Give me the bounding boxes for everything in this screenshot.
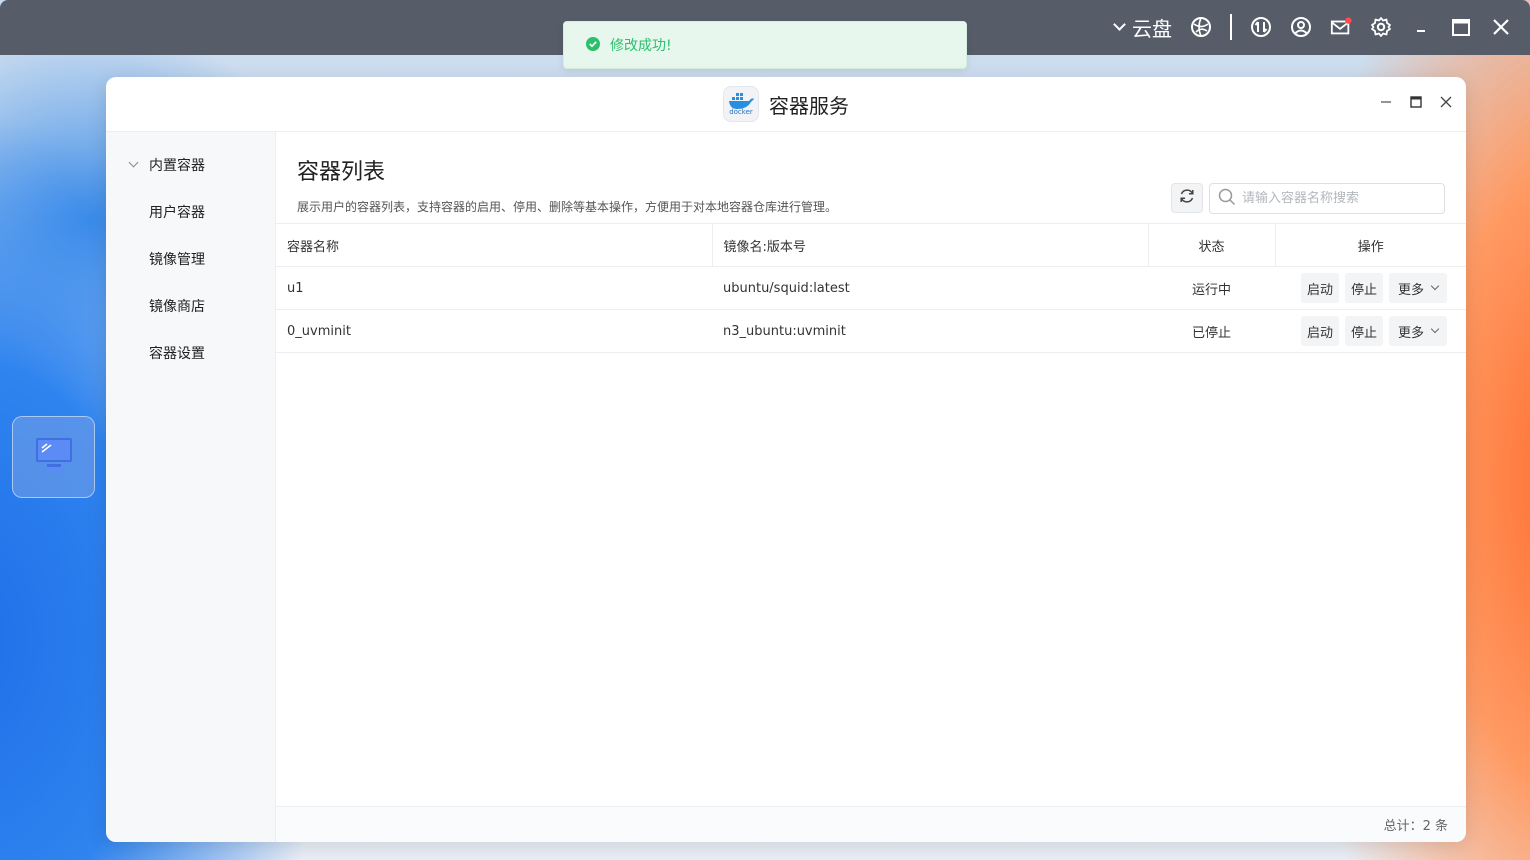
sidebar-item-label: 内置容器 (149, 157, 205, 174)
globe-icon[interactable] (1190, 16, 1212, 38)
cloud-label: 云盘 (1132, 16, 1172, 41)
success-toast: 修改成功! (563, 21, 967, 69)
sidebar-item-label: 镜像商店 (149, 298, 205, 315)
monitor-icon (34, 436, 74, 478)
table-header-row: 容器名称 镜像名:版本号 状态 操作 (276, 223, 1466, 267)
docker-logo-text: docker (729, 108, 753, 116)
sidebar-item-image-store[interactable]: 镜像商店 (106, 282, 275, 329)
window-controls (1378, 94, 1454, 110)
transfer-icon[interactable] (1250, 16, 1272, 38)
search-icon (1218, 188, 1236, 210)
stop-button[interactable]: 停止 (1344, 273, 1383, 303)
image-cell: ubuntu/squid:latest (712, 266, 1148, 310)
row-actions: 启动 停止 更多 (1275, 316, 1466, 346)
row-actions: 启动 停止 更多 (1275, 273, 1466, 303)
user-icon[interactable] (1290, 16, 1312, 38)
mail-icon[interactable] (1330, 16, 1352, 38)
sidebar: 内置容器 用户容器 镜像管理 镜像商店 容器设置 (106, 132, 276, 842)
container-service-window: docker 容器服务 内置容器 用户容器 镜像管理 镜像商店 容器设置 容器列… (106, 77, 1466, 842)
window-titlebar: docker 容器服务 (106, 77, 1466, 132)
sidebar-item-label: 容器设置 (149, 345, 205, 362)
container-name-cell: u1 (276, 266, 712, 310)
start-button[interactable]: 启动 (1300, 316, 1339, 346)
column-header-actions: 操作 (1275, 223, 1466, 267)
tray-divider (1230, 14, 1232, 40)
sidebar-item-label: 镜像管理 (149, 251, 205, 268)
window-maximize-icon[interactable] (1408, 94, 1424, 110)
page-description: 展示用户的容器列表，支持容器的启用、停用、删除等基本操作，方便用于对本地容器仓库… (297, 200, 838, 214)
chevron-down-icon (1430, 281, 1440, 291)
actions-cell: 启动 停止 更多 (1275, 309, 1466, 353)
window-title: 容器服务 (769, 93, 849, 118)
window-minimize-icon[interactable] (1378, 94, 1394, 110)
image-cell: n3_ubuntu:uvminit (712, 309, 1148, 353)
total-count: 总计：2 条 (1383, 819, 1448, 834)
column-header-status[interactable]: 状态 (1148, 223, 1276, 267)
search-input[interactable] (1242, 191, 1432, 206)
main-content: 容器列表 展示用户的容器列表，支持容器的启用、停用、删除等基本操作，方便用于对本… (276, 132, 1466, 842)
status-cell: 运行中 (1148, 266, 1275, 310)
check-circle-icon (586, 36, 600, 55)
container-table: 容器名称 镜像名:版本号 状态 操作 u1 ubuntu/squid:lates… (276, 223, 1466, 353)
sidebar-item-image-management[interactable]: 镜像管理 (106, 235, 275, 282)
system-tray: 云盘 (1113, 10, 1512, 44)
chevron-down-icon (1113, 17, 1126, 31)
refresh-icon (1178, 187, 1196, 209)
more-label: 更多 (1397, 325, 1424, 341)
docker-logo-icon: docker (723, 86, 759, 122)
desktop-shortcut[interactable] (12, 416, 95, 498)
column-header-image[interactable]: 镜像名:版本号 (712, 223, 1149, 267)
container-name-cell: 0_uvminit (276, 309, 712, 353)
stop-button[interactable]: 停止 (1344, 316, 1383, 346)
sidebar-item-container-settings[interactable]: 容器设置 (106, 329, 275, 376)
table-footer: 总计：2 条 (276, 806, 1466, 842)
window-close-icon[interactable] (1438, 94, 1454, 110)
minimize-icon[interactable] (1410, 16, 1432, 38)
sidebar-item-builtin-containers[interactable]: 内置容器 (106, 141, 275, 188)
toast-message: 修改成功! (610, 38, 672, 54)
cloud-drive-menu[interactable]: 云盘 (1113, 13, 1172, 42)
chevron-down-icon (1430, 324, 1440, 334)
more-label: 更多 (1397, 282, 1424, 298)
status-cell: 已停止 (1148, 309, 1275, 353)
start-button[interactable]: 启动 (1300, 273, 1339, 303)
more-dropdown-button[interactable]: 更多 (1388, 316, 1447, 346)
chevron-down-icon (128, 157, 139, 168)
table-row: 0_uvminit n3_ubuntu:uvminit 已停止 启动 停止 更多 (276, 309, 1466, 353)
more-dropdown-button[interactable]: 更多 (1388, 273, 1447, 303)
refresh-button[interactable] (1171, 183, 1203, 213)
table-row: u1 ubuntu/squid:latest 运行中 启动 停止 更多 (276, 266, 1466, 310)
maximize-icon[interactable] (1450, 16, 1472, 38)
close-icon[interactable] (1490, 16, 1512, 38)
page-title: 容器列表 (297, 160, 386, 185)
gear-icon[interactable] (1370, 16, 1392, 38)
search-box[interactable] (1209, 183, 1445, 214)
actions-cell: 启动 停止 更多 (1275, 266, 1466, 310)
column-header-name[interactable]: 容器名称 (276, 223, 713, 267)
sidebar-item-user-containers[interactable]: 用户容器 (106, 188, 275, 235)
sidebar-item-label: 用户容器 (149, 204, 205, 221)
